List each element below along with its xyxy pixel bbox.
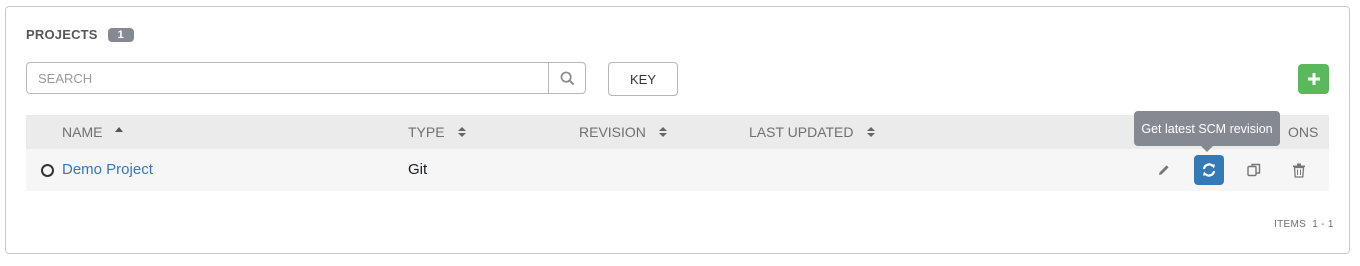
- status-circle-icon: [41, 164, 54, 177]
- col-type-label: TYPE: [408, 124, 445, 140]
- sync-tooltip: Get latest SCM revision: [1134, 111, 1280, 152]
- sort-icon: [457, 127, 466, 137]
- panel-header: PROJECTS 1: [26, 27, 134, 42]
- search-box: [26, 62, 586, 94]
- pagination-info: ITEMS 1 - 1: [1274, 219, 1334, 230]
- col-type[interactable]: TYPE: [408, 124, 467, 140]
- table-row: Demo Project Git: [26, 149, 1329, 191]
- search-input[interactable]: [27, 63, 548, 93]
- col-actions-label: ONS: [1288, 124, 1319, 140]
- col-revision-label: REVISION: [579, 124, 646, 140]
- trash-icon: [1293, 163, 1305, 178]
- copy-icon: [1247, 163, 1261, 177]
- items-label: ITEMS: [1274, 219, 1307, 230]
- col-name-label: NAME: [62, 124, 103, 140]
- col-revision[interactable]: REVISION: [579, 124, 668, 140]
- add-button[interactable]: [1298, 64, 1329, 94]
- plus-icon: [1307, 73, 1320, 85]
- count-badge: 1: [107, 27, 134, 42]
- page-title: PROJECTS: [26, 27, 98, 42]
- copy-button[interactable]: [1239, 155, 1269, 185]
- project-type: Git: [408, 161, 428, 178]
- col-name[interactable]: NAME: [62, 124, 124, 140]
- refresh-icon: [1202, 163, 1216, 177]
- search-icon: [560, 71, 574, 85]
- items-range: 1 - 1: [1312, 219, 1334, 230]
- sort-up-icon: [115, 127, 124, 132]
- sort-icon: [866, 127, 875, 137]
- sort-icon: [658, 127, 667, 137]
- col-actions: ONS: [1288, 124, 1318, 140]
- edit-button[interactable]: [1149, 155, 1179, 185]
- delete-button[interactable]: [1284, 155, 1314, 185]
- search-button[interactable]: [548, 63, 585, 93]
- key-button[interactable]: KEY: [608, 62, 678, 96]
- project-name-link[interactable]: Demo Project: [62, 161, 153, 178]
- sync-scm-button[interactable]: [1194, 155, 1224, 185]
- col-last-updated[interactable]: LAST UPDATED: [749, 124, 876, 140]
- col-last-updated-label: LAST UPDATED: [749, 124, 854, 140]
- projects-panel: PROJECTS 1 KEY NAME TYPE: [5, 6, 1350, 254]
- edit-icon: [1159, 165, 1169, 175]
